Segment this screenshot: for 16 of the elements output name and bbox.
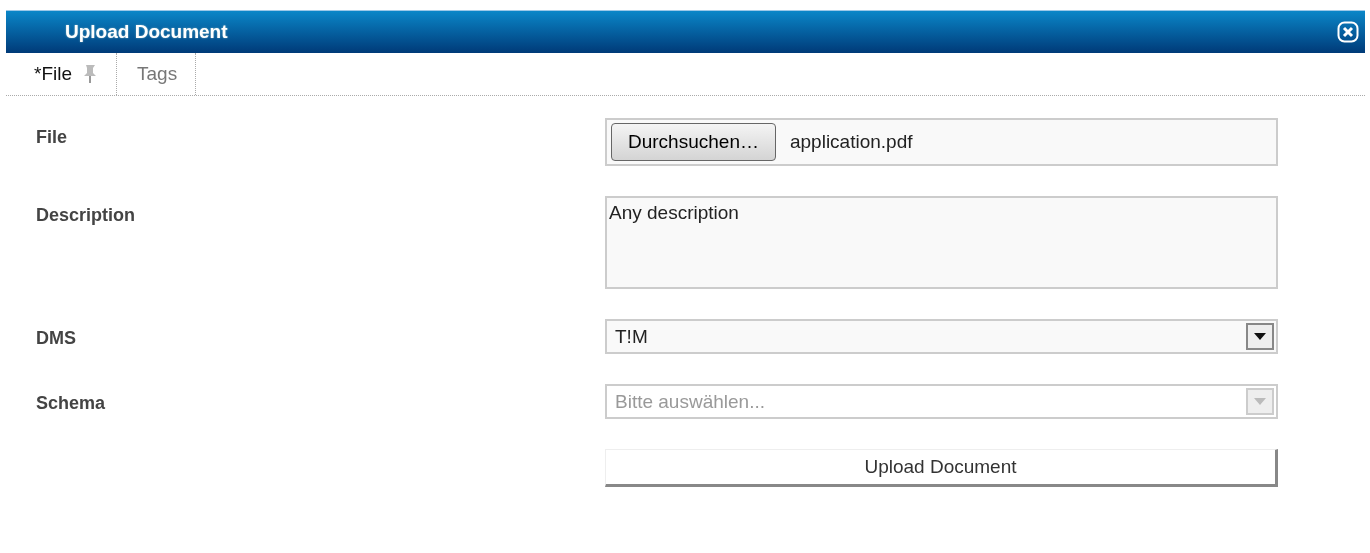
file-input[interactable]: Durchsuchen… application.pdf [605,118,1278,166]
window-title: Upload Document [65,21,228,43]
file-name: application.pdf [789,131,913,153]
dropdown[interactable]: T!M [605,319,1278,354]
field-label: File [36,126,68,148]
tab[interactable]: Tags [117,53,197,95]
caret-icon[interactable] [1254,333,1266,340]
close-icon[interactable] [1337,21,1359,43]
description-field[interactable]: Any description [605,196,1278,289]
upload-button[interactable]: Upload Document [605,449,1278,487]
field-label: Description [36,204,137,226]
browse-button[interactable]: Durchsuchen… [611,123,776,161]
field-label: Schema [36,392,107,414]
tab[interactable]: *File [6,53,117,95]
field-label: DMS [36,327,77,349]
pin-icon[interactable] [82,64,98,84]
